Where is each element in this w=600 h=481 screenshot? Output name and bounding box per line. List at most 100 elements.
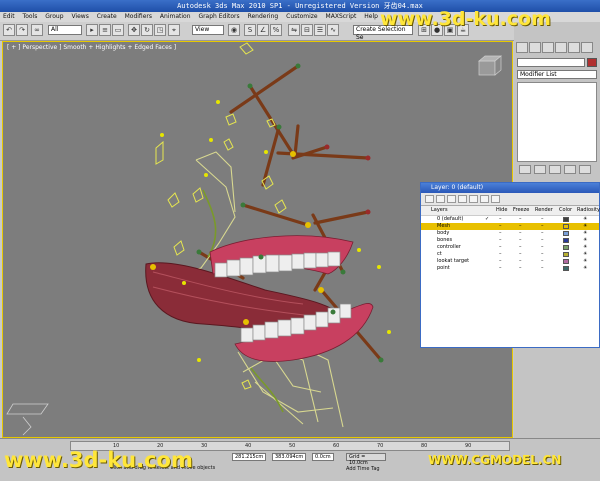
layer-color-swatch[interactable]	[563, 238, 569, 243]
layer-toggle-icon[interactable]: –	[519, 251, 522, 258]
layer-toggle-icon[interactable]: –	[519, 216, 522, 223]
menu-item[interactable]: MAXScript	[323, 12, 360, 22]
object-name-field[interactable]	[517, 58, 585, 67]
align-icon[interactable]: ⊟	[301, 24, 313, 36]
layer-toggle-icon[interactable]: –	[519, 244, 522, 251]
pin-stack-icon[interactable]	[519, 165, 531, 174]
menu-item[interactable]: Edit	[0, 12, 18, 22]
column-header[interactable]: Layers	[431, 206, 448, 215]
layer-toggle-icon[interactable]: –	[541, 216, 544, 223]
layer-toggle-icon[interactable]: –	[499, 223, 502, 230]
object-color-swatch[interactable]	[587, 58, 597, 67]
layer-toggle-icon[interactable]: –	[519, 230, 522, 237]
freeze-all-icon[interactable]	[491, 195, 500, 203]
link-icon[interactable]: ∞	[31, 24, 43, 36]
menu-item[interactable]: Create	[94, 12, 120, 22]
mirror-icon[interactable]: ⇋	[288, 24, 300, 36]
curve-editor-icon[interactable]: ∿	[327, 24, 339, 36]
modifier-list-dropdown[interactable]: Modifier List	[517, 70, 597, 79]
layer-name[interactable]: lookat target	[437, 258, 469, 265]
undo-icon[interactable]: ↶	[3, 24, 15, 36]
percent-snap-icon[interactable]: %	[270, 24, 282, 36]
menu-item[interactable]: Graph Editors	[195, 12, 242, 22]
layer-toggle-icon[interactable]: –	[519, 237, 522, 244]
motion-tab-icon[interactable]	[555, 42, 567, 53]
utilities-tab-icon[interactable]	[581, 42, 593, 53]
layer-row[interactable]: point – – – ☀	[421, 265, 599, 272]
angle-snap-icon[interactable]: ∠	[257, 24, 269, 36]
radiosity-icon[interactable]: ☀	[583, 237, 587, 244]
modifier-stack[interactable]	[517, 82, 597, 162]
layer-toggle-icon[interactable]: –	[541, 244, 544, 251]
layer-toggle-icon[interactable]: –	[499, 230, 502, 237]
z-coordinate-field[interactable]: 0.0cm	[312, 453, 334, 461]
layer-name[interactable]: Mesh	[437, 223, 450, 230]
layer-toggle-icon[interactable]: –	[541, 265, 544, 272]
layer-toggle-icon[interactable]: –	[519, 258, 522, 265]
layer-row[interactable]: ct – – – ☀	[421, 251, 599, 258]
layer-toggle-icon[interactable]: –	[541, 258, 544, 265]
layer-toggle-icon[interactable]: –	[499, 216, 502, 223]
selection-region-icon[interactable]: ▭	[112, 24, 124, 36]
column-header[interactable]: Color	[559, 206, 572, 215]
y-coordinate-field[interactable]: 383.094cm	[272, 453, 306, 461]
layer-color-swatch[interactable]	[563, 266, 569, 271]
select-object-icon[interactable]: ▸	[86, 24, 98, 36]
menu-item[interactable]: Group	[42, 12, 66, 22]
display-tab-icon[interactable]	[568, 42, 580, 53]
snap-icon[interactable]: S	[244, 24, 256, 36]
layer-toggle-icon[interactable]: –	[499, 251, 502, 258]
menu-item[interactable]: Customize	[283, 12, 321, 22]
layer-color-swatch[interactable]	[563, 224, 569, 229]
show-end-result-icon[interactable]	[534, 165, 546, 174]
radiosity-icon[interactable]: ☀	[583, 251, 587, 258]
modify-tab-icon[interactable]	[529, 42, 541, 53]
add-to-layer-icon[interactable]	[447, 195, 456, 203]
rotate-icon[interactable]: ↻	[141, 24, 153, 36]
layer-toggle-icon[interactable]: –	[499, 244, 502, 251]
layer-row[interactable]: Mesh – – – ☀	[421, 223, 599, 230]
remove-modifier-icon[interactable]	[564, 165, 576, 174]
radiosity-icon[interactable]: ☀	[583, 230, 587, 237]
menu-item[interactable]: Rendering	[245, 12, 282, 22]
radiosity-icon[interactable]: ☀	[583, 223, 587, 230]
move-icon[interactable]: ✥	[128, 24, 140, 36]
reference-coordinate-dropdown[interactable]: View	[192, 25, 224, 35]
redo-icon[interactable]: ↷	[16, 24, 28, 36]
layer-color-swatch[interactable]	[563, 217, 569, 222]
layer-toggle-icon[interactable]: –	[519, 223, 522, 230]
menu-item[interactable]: Help	[361, 12, 381, 22]
add-time-tag-button[interactable]: Add Time Tag	[346, 466, 380, 472]
make-unique-icon[interactable]	[549, 165, 561, 174]
hide-all-icon[interactable]	[480, 195, 489, 203]
selection-filter-dropdown[interactable]: All	[48, 25, 82, 35]
scale-icon[interactable]: ◳	[154, 24, 166, 36]
layer-toggle-icon[interactable]: –	[541, 237, 544, 244]
layer-row[interactable]: 0 (default) ✓ – – – ☀	[421, 216, 599, 223]
layer-color-swatch[interactable]	[563, 245, 569, 250]
menu-item[interactable]: Animation	[157, 12, 194, 22]
layer-name[interactable]: controller	[437, 244, 461, 251]
layer-toggle-icon[interactable]: –	[499, 237, 502, 244]
layer-row[interactable]: body – – – ☀	[421, 230, 599, 237]
menu-item[interactable]: Modifiers	[122, 12, 155, 22]
pivot-icon[interactable]: ◉	[228, 24, 240, 36]
layer-name[interactable]: point	[437, 265, 450, 272]
layer-manager-icon[interactable]: ☰	[314, 24, 326, 36]
x-coordinate-field[interactable]: 281.215cm	[232, 453, 266, 461]
radiosity-icon[interactable]: ☀	[583, 258, 587, 265]
layer-row[interactable]: controller – – – ☀	[421, 244, 599, 251]
layer-row[interactable]: lookat target – – – ☀	[421, 258, 599, 265]
hierarchy-tab-icon[interactable]	[542, 42, 554, 53]
layer-dialog-title-bar[interactable]: Layer: 0 (default)	[421, 183, 599, 193]
radiosity-icon[interactable]: ☀	[583, 216, 587, 223]
layer-toggle-icon[interactable]: –	[541, 223, 544, 230]
create-layer-icon[interactable]	[425, 195, 434, 203]
delete-layer-icon[interactable]	[436, 195, 445, 203]
reference-coordinate-icon[interactable]: ⌖	[168, 24, 180, 36]
select-in-layer-icon[interactable]	[458, 195, 467, 203]
layer-toggle-icon[interactable]: –	[541, 230, 544, 237]
layer-toggle-icon[interactable]: –	[519, 265, 522, 272]
select-by-name-icon[interactable]: ≡	[99, 24, 111, 36]
layer-toggle-icon[interactable]: –	[541, 251, 544, 258]
